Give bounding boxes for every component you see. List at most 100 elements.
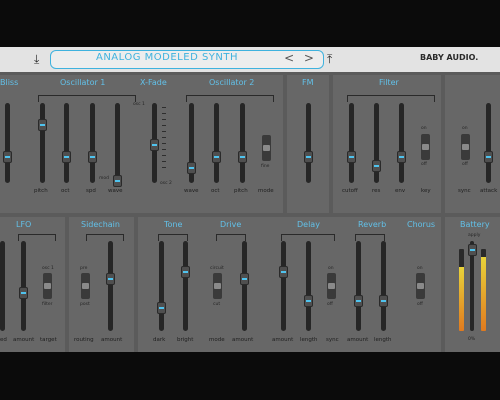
sidechain-amount-label: amount	[101, 337, 123, 343]
chorus-on-label: on	[417, 266, 423, 271]
osc1-wave-slider[interactable]	[115, 103, 120, 183]
lfo-amount-handle[interactable]	[19, 287, 28, 299]
preset-prev-next-arrows[interactable]: < >	[284, 51, 317, 65]
reverb-amount-label: amount	[347, 337, 369, 343]
osc2-fine-switch[interactable]	[262, 135, 271, 161]
filter-cutoff-handle[interactable]	[347, 151, 356, 163]
sidechain-amount-handle[interactable]	[106, 273, 115, 285]
osc1-wave-handle[interactable]	[113, 175, 122, 187]
chorus-title: Chorus	[407, 220, 436, 229]
amp-sync-label: sync	[458, 188, 471, 194]
amp-attack-handle[interactable]	[484, 151, 493, 163]
filter-on-label: on	[421, 126, 427, 131]
sidechain-amount-slider[interactable]	[108, 241, 113, 331]
drive-circuit-label: circuit	[210, 266, 224, 271]
lfo-target-switch[interactable]	[43, 273, 52, 299]
xfade-osc2-label: osc 2	[160, 181, 172, 186]
delay-off-label: off	[327, 302, 333, 307]
osc2-wave-handle[interactable]	[187, 162, 196, 174]
osc1-spd-slider[interactable]	[90, 103, 95, 183]
osc1-oct-slider[interactable]	[64, 103, 69, 183]
osc2-fine-label: fine	[261, 164, 270, 169]
osc2-bracket	[186, 95, 274, 102]
osc1-spd-label: spd	[86, 188, 96, 194]
x-fade-handle[interactable]	[150, 139, 159, 151]
osc1-pitch-handle[interactable]	[38, 119, 47, 131]
filter-env-slider[interactable]	[399, 103, 404, 183]
reverb-length-slider[interactable]	[381, 241, 386, 331]
osc2-oct-label: oct	[211, 188, 220, 194]
lfo-filter-label: filter	[42, 302, 53, 307]
bliss-slider-handle[interactable]	[3, 151, 12, 163]
lfo-left-slider[interactable]	[0, 241, 5, 331]
fm-handle[interactable]	[304, 151, 313, 163]
reverb-length-label: length	[374, 337, 392, 343]
reverb-amount-slider[interactable]	[356, 241, 361, 331]
reverb-amount-handle[interactable]	[354, 295, 363, 307]
lfo-left-label: ed	[0, 337, 7, 343]
synth-plugin-window: ⤓ ANALOG MODELED SYNTH < > ⤒ BABY AUDIO.…	[0, 47, 500, 352]
osc2-pitch-slider[interactable]	[240, 103, 245, 183]
lfo-title: LFO	[16, 220, 32, 229]
osc1-oct-handle[interactable]	[62, 151, 71, 163]
fm-slider[interactable]	[306, 103, 311, 183]
battery-apply-label: apply	[468, 233, 481, 238]
amp-sync-switch[interactable]	[461, 134, 470, 160]
fm-title: FM	[302, 78, 314, 87]
delay-length-slider[interactable]	[306, 241, 311, 331]
drive-amount-slider[interactable]	[242, 241, 247, 331]
drive-mode-switch[interactable]	[213, 273, 222, 299]
delay-title: Delay	[297, 220, 320, 229]
delay-length-handle[interactable]	[304, 295, 313, 307]
brand-logo: BABY AUDIO.	[420, 53, 479, 62]
filter-env-handle[interactable]	[397, 151, 406, 163]
preset-selector[interactable]: ANALOG MODELED SYNTH < >	[50, 50, 324, 69]
bliss-slider-track[interactable]	[5, 103, 10, 183]
filter-key-label: key	[421, 188, 431, 194]
xfade-osc1-label: osc 1	[133, 102, 145, 107]
osc1-oct-label: oct	[61, 188, 70, 194]
preset-name[interactable]: ANALOG MODELED SYNTH	[51, 52, 283, 63]
oscillator-2-title: Oscillator 2	[209, 78, 255, 87]
filter-title: Filter	[379, 78, 399, 87]
sidechain-routing-label: routing	[74, 337, 94, 343]
battery-handle[interactable]	[468, 244, 477, 256]
tone-dark-slider[interactable]	[159, 241, 164, 331]
filter-key-switch[interactable]	[421, 134, 430, 160]
tone-dark-handle[interactable]	[157, 302, 166, 314]
tone-bright-slider[interactable]	[183, 241, 188, 331]
reverb-bracket	[355, 234, 385, 241]
filter-cutoff-slider[interactable]	[349, 103, 354, 183]
reverb-length-handle[interactable]	[379, 295, 388, 307]
amp-attack-slider[interactable]	[486, 103, 491, 183]
download-icon[interactable]: ⤓	[34, 53, 39, 65]
osc2-oct-slider[interactable]	[214, 103, 219, 183]
upload-icon[interactable]: ⤒	[327, 53, 332, 65]
chorus-off-label: off	[417, 302, 423, 307]
sidechain-title: Sidechain	[81, 220, 120, 229]
delay-sync-switch[interactable]	[327, 273, 336, 299]
tone-dark-label: dark	[153, 337, 166, 343]
reverb-title: Reverb	[358, 220, 387, 229]
lfo-amount-slider[interactable]	[21, 241, 26, 331]
osc1-pitch-slider[interactable]	[40, 103, 45, 183]
lfo-amount-label: amount	[13, 337, 35, 343]
chorus-switch[interactable]	[416, 273, 425, 299]
lfo-bracket	[18, 234, 56, 241]
delay-bracket	[281, 234, 335, 241]
delay-amount-handle[interactable]	[279, 266, 288, 278]
drive-amount-handle[interactable]	[240, 273, 249, 285]
x-fade-title: X-Fade	[140, 78, 167, 87]
tone-bright-handle[interactable]	[181, 266, 190, 278]
delay-amount-slider[interactable]	[281, 241, 286, 331]
drive-amount-label: amount	[232, 337, 254, 343]
sidechain-routing-switch[interactable]	[81, 273, 90, 299]
delay-length-label: length	[300, 337, 318, 343]
osc2-oct-handle[interactable]	[212, 151, 221, 163]
osc2-pitch-handle[interactable]	[238, 151, 247, 163]
filter-res-label: res	[372, 188, 381, 194]
lfo-osc1-label: osc 1	[42, 266, 54, 271]
delay-on-label: on	[328, 266, 334, 271]
filter-res-handle[interactable]	[372, 160, 381, 172]
osc1-spd-handle[interactable]	[88, 151, 97, 163]
